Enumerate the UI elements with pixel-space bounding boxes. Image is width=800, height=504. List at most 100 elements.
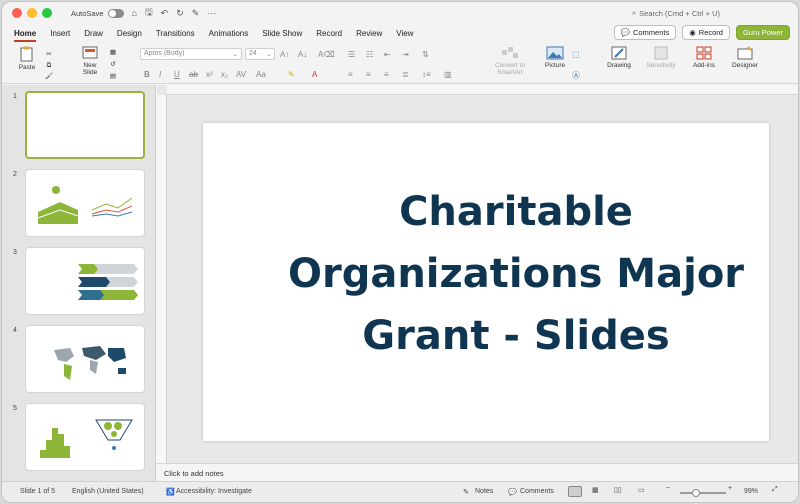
shapes-icon[interactable]: ⬚ bbox=[572, 50, 580, 59]
columns-icon[interactable]: ▥ bbox=[444, 70, 452, 79]
align-center-icon[interactable]: ≡ bbox=[366, 70, 371, 79]
slide-thumbnail-3[interactable] bbox=[25, 247, 145, 315]
change-case-icon[interactable]: Aa bbox=[256, 70, 266, 79]
sensitivity-label: Sensitivity bbox=[646, 62, 676, 69]
font-color-icon[interactable]: A bbox=[312, 70, 317, 79]
font-size-select[interactable]: 24 ⌄ bbox=[245, 48, 275, 60]
section-button[interactable]: ▤ bbox=[106, 72, 120, 80]
grow-font-icon[interactable]: A↑ bbox=[280, 50, 289, 59]
slide-title[interactable]: Charitable Organizations Major Grant - S… bbox=[263, 181, 769, 367]
line-spacing-icon[interactable]: ↕≡ bbox=[422, 70, 431, 79]
italic-icon[interactable]: I bbox=[159, 70, 161, 79]
zoom-window-button[interactable] bbox=[42, 8, 52, 18]
zoom-slider[interactable] bbox=[680, 492, 726, 494]
tab-slide-show[interactable]: Slide Show bbox=[262, 29, 302, 38]
cut-button[interactable]: ✂ bbox=[42, 50, 56, 58]
superscript-icon[interactable]: x² bbox=[206, 70, 213, 79]
tab-design[interactable]: Design bbox=[117, 29, 142, 38]
bullets-icon[interactable]: ☰ bbox=[348, 50, 355, 59]
shrink-font-icon[interactable]: A↓ bbox=[298, 50, 307, 59]
slide-thumbnail-1[interactable] bbox=[25, 91, 145, 159]
paste-button[interactable]: Paste bbox=[14, 46, 40, 71]
justify-icon[interactable]: ≣ bbox=[402, 70, 409, 79]
align-right-icon[interactable]: ≡ bbox=[384, 70, 389, 79]
tab-transitions[interactable]: Transitions bbox=[156, 29, 195, 38]
subscript-icon[interactable]: x₂ bbox=[221, 70, 228, 79]
record-button[interactable]: ◉ Record bbox=[682, 25, 730, 40]
picture-button[interactable]: Picture bbox=[540, 46, 570, 69]
redo-icon[interactable]: ↻ bbox=[176, 8, 184, 19]
comment-icon[interactable]: 💬 bbox=[508, 488, 517, 496]
reading-view-icon[interactable]: ▯▯ bbox=[614, 486, 622, 494]
copy-button[interactable]: ⧉ bbox=[42, 62, 56, 70]
drawing-button[interactable]: Drawing bbox=[605, 46, 633, 69]
slide-canvas[interactable]: Charitable Organizations Major Grant - S… bbox=[203, 123, 769, 441]
close-window-button[interactable] bbox=[12, 8, 22, 18]
zoom-slider-thumb[interactable] bbox=[692, 489, 700, 497]
strikethrough-icon[interactable]: ab bbox=[189, 70, 198, 79]
sensitivity-button[interactable]: Sensitivity bbox=[643, 46, 679, 69]
designer-icon bbox=[737, 46, 753, 60]
scissors-icon: ✂ bbox=[46, 51, 52, 58]
undo-icon[interactable]: ↶ bbox=[161, 8, 169, 19]
zoom-in-icon[interactable]: + bbox=[728, 485, 732, 492]
slide-thumbnail-5[interactable] bbox=[25, 403, 145, 471]
save-icon[interactable]: 🖫 bbox=[145, 5, 153, 21]
slideshow-icon[interactable]: ▭ bbox=[638, 486, 645, 494]
minimize-window-button[interactable] bbox=[27, 8, 37, 18]
slide-sorter-icon[interactable]: ▦ bbox=[592, 486, 599, 494]
reset-button[interactable]: ↺ bbox=[106, 60, 120, 68]
autosave-label: AutoSave bbox=[71, 8, 104, 18]
tab-draw[interactable]: Draw bbox=[84, 29, 103, 38]
notes-toggle[interactable]: Notes bbox=[475, 488, 493, 495]
font-name-select[interactable]: Aptos (Body) ⌄ bbox=[140, 48, 242, 60]
home-icon[interactable]: ⌂ bbox=[132, 8, 137, 18]
accessibility-status[interactable]: Accessibility: Investigate bbox=[176, 488, 252, 495]
bold-icon[interactable]: B bbox=[144, 70, 150, 79]
slide-thumbnail-4[interactable] bbox=[25, 325, 145, 393]
text-box-icon[interactable]: Ⓐ bbox=[572, 70, 580, 81]
comments-toggle[interactable]: Comments bbox=[520, 488, 554, 495]
drawing-label: Drawing bbox=[607, 62, 631, 69]
more-icon[interactable]: ··· bbox=[207, 8, 216, 18]
decrease-indent-icon[interactable]: ⇤ bbox=[384, 50, 391, 59]
status-bar: Slide 1 of 5 English (United States) ♿ A… bbox=[2, 481, 798, 502]
normal-view-icon[interactable] bbox=[568, 486, 582, 497]
align-left-icon[interactable]: ≡ bbox=[348, 70, 353, 79]
tab-view[interactable]: View bbox=[396, 29, 413, 38]
format-painter-button[interactable]: 🖌 bbox=[42, 72, 56, 80]
slide-thumbnails-panel[interactable]: 1 2 3 4 5 bbox=[2, 85, 156, 483]
increase-indent-icon[interactable]: ⇥ bbox=[402, 50, 409, 59]
tab-review[interactable]: Review bbox=[356, 29, 382, 38]
convert-smartart-button[interactable]: Convert to SmartArt bbox=[490, 46, 530, 76]
search-box[interactable]: ⌕ Search (Cmd + Ctrl + U) bbox=[632, 8, 720, 18]
slide-thumbnail-2[interactable] bbox=[25, 169, 145, 237]
layout-button[interactable]: ▦ bbox=[106, 48, 120, 56]
tab-insert[interactable]: Insert bbox=[50, 29, 70, 38]
guru-power-button[interactable]: Guru Power bbox=[735, 25, 790, 40]
autosave-toggle[interactable] bbox=[107, 8, 124, 18]
notes-icon[interactable]: ✎ bbox=[463, 488, 469, 496]
tab-record[interactable]: Record bbox=[316, 29, 342, 38]
accessibility-icon[interactable]: ♿ bbox=[166, 488, 175, 496]
tab-home[interactable]: Home bbox=[14, 29, 37, 42]
comments-button[interactable]: 💬 Comments bbox=[613, 25, 677, 40]
zoom-out-icon[interactable]: − bbox=[666, 485, 670, 492]
numbering-icon[interactable]: ☷ bbox=[366, 50, 373, 59]
designer-button[interactable]: Designer bbox=[730, 46, 760, 69]
clear-format-icon[interactable]: A⌫ bbox=[318, 50, 335, 59]
language-status[interactable]: English (United States) bbox=[72, 488, 144, 495]
char-spacing-icon[interactable]: AV bbox=[236, 70, 246, 79]
text-direction-icon[interactable]: ⇅ bbox=[422, 50, 429, 59]
new-slide-button[interactable]: New Slide bbox=[78, 46, 102, 76]
zoom-level[interactable]: 99% bbox=[744, 488, 758, 495]
paste-label: Paste bbox=[18, 64, 36, 71]
highlight-icon[interactable]: ✎ bbox=[288, 70, 295, 79]
fit-to-window-icon[interactable]: ⤢ bbox=[772, 486, 778, 494]
tab-animations[interactable]: Animations bbox=[209, 29, 249, 38]
format-painter-icon[interactable]: ✎ bbox=[192, 8, 200, 19]
notes-input[interactable]: Click to add notes bbox=[157, 463, 798, 483]
slide-editor[interactable]: Charitable Organizations Major Grant - S… bbox=[157, 85, 798, 463]
underline-icon[interactable]: U bbox=[174, 70, 180, 79]
add-ins-button[interactable]: Add-ins bbox=[689, 46, 719, 69]
